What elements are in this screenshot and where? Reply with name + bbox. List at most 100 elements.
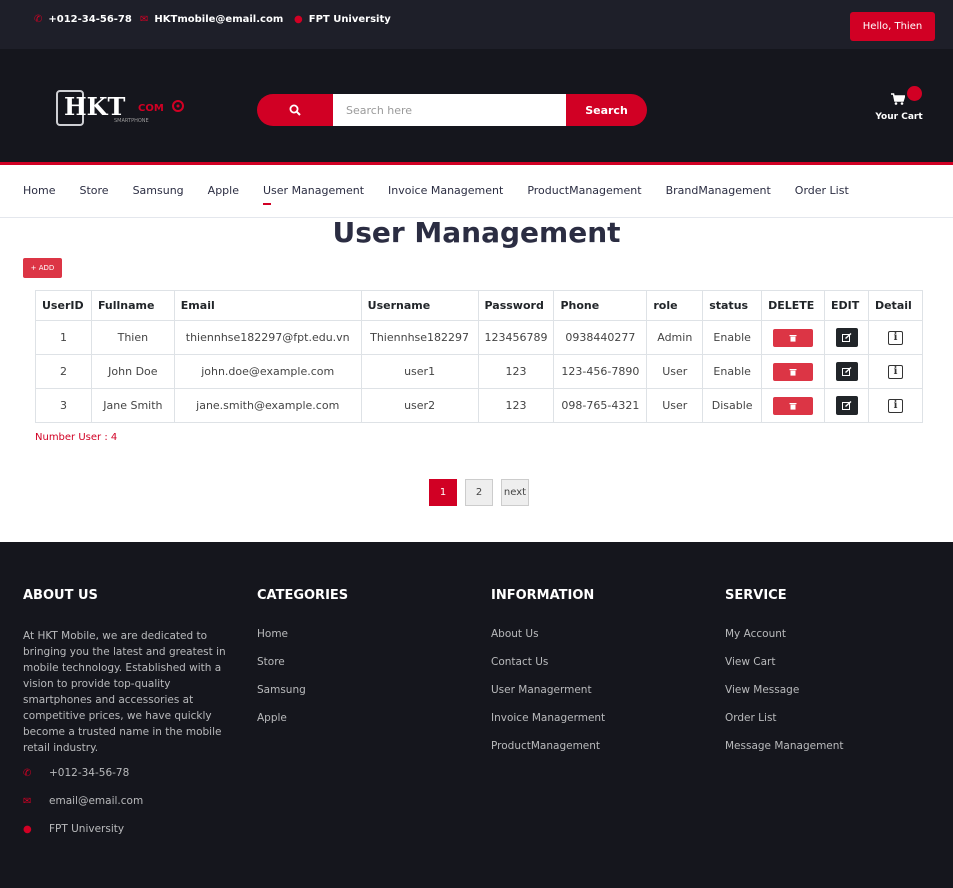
footer-link-contact-us[interactable]: Contact Us [491, 656, 605, 684]
footer-link-order-list[interactable]: Order List [725, 712, 844, 740]
cell-fullname: John Doe [90, 354, 175, 389]
col-email: Email [173, 290, 362, 321]
envelope-icon: ✉ [140, 14, 149, 25]
footer-categories-title: CATEGORIES [257, 588, 349, 603]
footer-link-samsung[interactable]: Samsung [257, 684, 348, 712]
logo-graphic: HKT COM SMARTPHONE [56, 90, 184, 126]
footer-link-about-us[interactable]: About Us [491, 628, 605, 656]
nav-item-home[interactable]: Home [23, 184, 55, 197]
cell-delete [761, 320, 826, 355]
svg-text:SMARTPHONE: SMARTPHONE [114, 118, 149, 124]
nav-item-order-list[interactable]: Order List [795, 184, 849, 197]
pagination: 1 2 next [429, 479, 529, 506]
cell-edit [824, 320, 869, 355]
main-header: HKT COM SMARTPHONE Search Your Cart [0, 49, 953, 165]
footer-link-invoice-management[interactable]: Invoice Managerment [491, 712, 605, 740]
footer-service: SERVICE My Account View Cart View Messag… [725, 588, 844, 768]
page-2-button[interactable]: 2 [465, 479, 493, 506]
header-location[interactable]: ● FPT University [294, 14, 391, 25]
next-page-button[interactable]: next [501, 479, 529, 506]
cell-phone: 098-765-4321 [553, 388, 648, 423]
footer-link-user-management[interactable]: User Managerment [491, 684, 605, 712]
footer-email-text: email@email.com [49, 795, 144, 807]
info-icon[interactable]: i [887, 364, 903, 379]
cell-role: User [646, 388, 704, 423]
cell-fullname: Jane Smith [90, 388, 175, 423]
nav-item-user-management[interactable]: User Management [263, 184, 364, 205]
cart-label: Your Cart [875, 112, 923, 122]
footer-about: ABOUT US At HKT Mobile, we are dedicated… [23, 588, 235, 756]
info-icon[interactable]: i [887, 398, 903, 413]
cell-status: Disable [702, 388, 763, 423]
footer-link-view-cart[interactable]: View Cart [725, 656, 844, 684]
table-row: 1 Thien thiennhse182297@fpt.edu.vn Thien… [35, 320, 924, 355]
cell-delete [761, 388, 826, 423]
phone-icon: ✆ [23, 767, 32, 779]
add-user-button[interactable]: + ADD [23, 258, 62, 278]
edit-button[interactable] [835, 362, 858, 381]
nav-item-brand-management[interactable]: BrandManagement [666, 184, 771, 197]
site-logo[interactable]: HKT COM SMARTPHONE [56, 89, 191, 129]
search-input[interactable] [333, 94, 566, 126]
col-phone: Phone [553, 290, 648, 321]
footer-link-my-account[interactable]: My Account [725, 628, 844, 656]
footer-link-message-management[interactable]: Message Management [725, 740, 844, 768]
page-1-button[interactable]: 1 [429, 479, 457, 506]
account-button[interactable]: Hello, Thien [850, 12, 935, 41]
col-edit: EDIT [824, 290, 869, 321]
nav-item-apple[interactable]: Apple [208, 184, 239, 197]
cart-icon [891, 93, 905, 105]
header-email-text: HKTmobile@email.com [154, 14, 284, 25]
cell-phone: 123-456-7890 [553, 354, 648, 389]
cart-button[interactable]: Your Cart [873, 86, 925, 129]
footer-service-title: SERVICE [725, 588, 787, 603]
cell-edit [824, 354, 869, 389]
cart-badge [907, 86, 922, 101]
cell-password: 123 [477, 388, 555, 423]
header-email[interactable]: ✉ HKTmobile@email.com [140, 14, 283, 25]
footer-link-product-management[interactable]: ProductManagement [491, 740, 605, 768]
cell-role: Admin [646, 320, 704, 355]
col-delete: DELETE [761, 290, 826, 321]
cell-phone: 0938440277 [553, 320, 648, 355]
delete-button[interactable] [773, 396, 814, 415]
footer: ABOUT US At HKT Mobile, we are dedicated… [0, 542, 953, 888]
footer-link-store[interactable]: Store [257, 656, 348, 684]
delete-button[interactable] [773, 328, 814, 347]
cell-userid: 2 [35, 354, 92, 389]
cell-email: jane.smith@example.com [173, 388, 362, 423]
table-header-row: UserID Fullname Email Username Password … [35, 290, 924, 321]
delete-button[interactable] [773, 362, 814, 381]
nav-item-product-management[interactable]: ProductManagement [527, 184, 641, 197]
search-button[interactable]: Search [566, 94, 647, 126]
header-phone[interactable]: ✆ +012-34-56-78 [34, 14, 132, 25]
cell-email: thiennhse182297@fpt.edu.vn [173, 320, 362, 355]
cell-email: john.doe@example.com [173, 354, 362, 389]
footer-email[interactable]: ✉ email@email.com [23, 795, 143, 807]
footer-about-title: ABOUT US [23, 588, 98, 603]
header-location-text: FPT University [308, 14, 391, 25]
search-icon[interactable] [257, 94, 333, 126]
trash-icon [789, 368, 797, 376]
footer-link-view-message[interactable]: View Message [725, 684, 844, 712]
footer-link-home[interactable]: Home [257, 628, 348, 656]
table-row: 2 John Doe john.doe@example.com user1 12… [35, 354, 924, 389]
map-marker-icon: ● [23, 823, 32, 835]
edit-button[interactable] [835, 328, 858, 347]
svg-text:COM: COM [138, 103, 164, 114]
envelope-icon: ✉ [23, 795, 32, 807]
main-nav: Home Store Samsung Apple User Management… [0, 168, 953, 218]
nav-item-samsung[interactable]: Samsung [133, 184, 184, 197]
nav-item-store[interactable]: Store [79, 184, 108, 197]
footer-location[interactable]: ● FPT University [23, 823, 124, 835]
footer-information: INFORMATION About Us Contact Us User Man… [491, 588, 605, 768]
col-fullname: Fullname [90, 290, 175, 321]
info-icon[interactable]: i [887, 330, 903, 345]
footer-phone[interactable]: ✆ +012-34-56-78 [23, 767, 129, 779]
cell-role: User [646, 354, 704, 389]
search-bar: Search [257, 94, 647, 126]
footer-link-apple[interactable]: Apple [257, 712, 348, 740]
nav-item-invoice-management[interactable]: Invoice Management [388, 184, 503, 197]
users-table: UserID Fullname Email Username Password … [35, 290, 924, 423]
edit-button[interactable] [835, 396, 858, 415]
